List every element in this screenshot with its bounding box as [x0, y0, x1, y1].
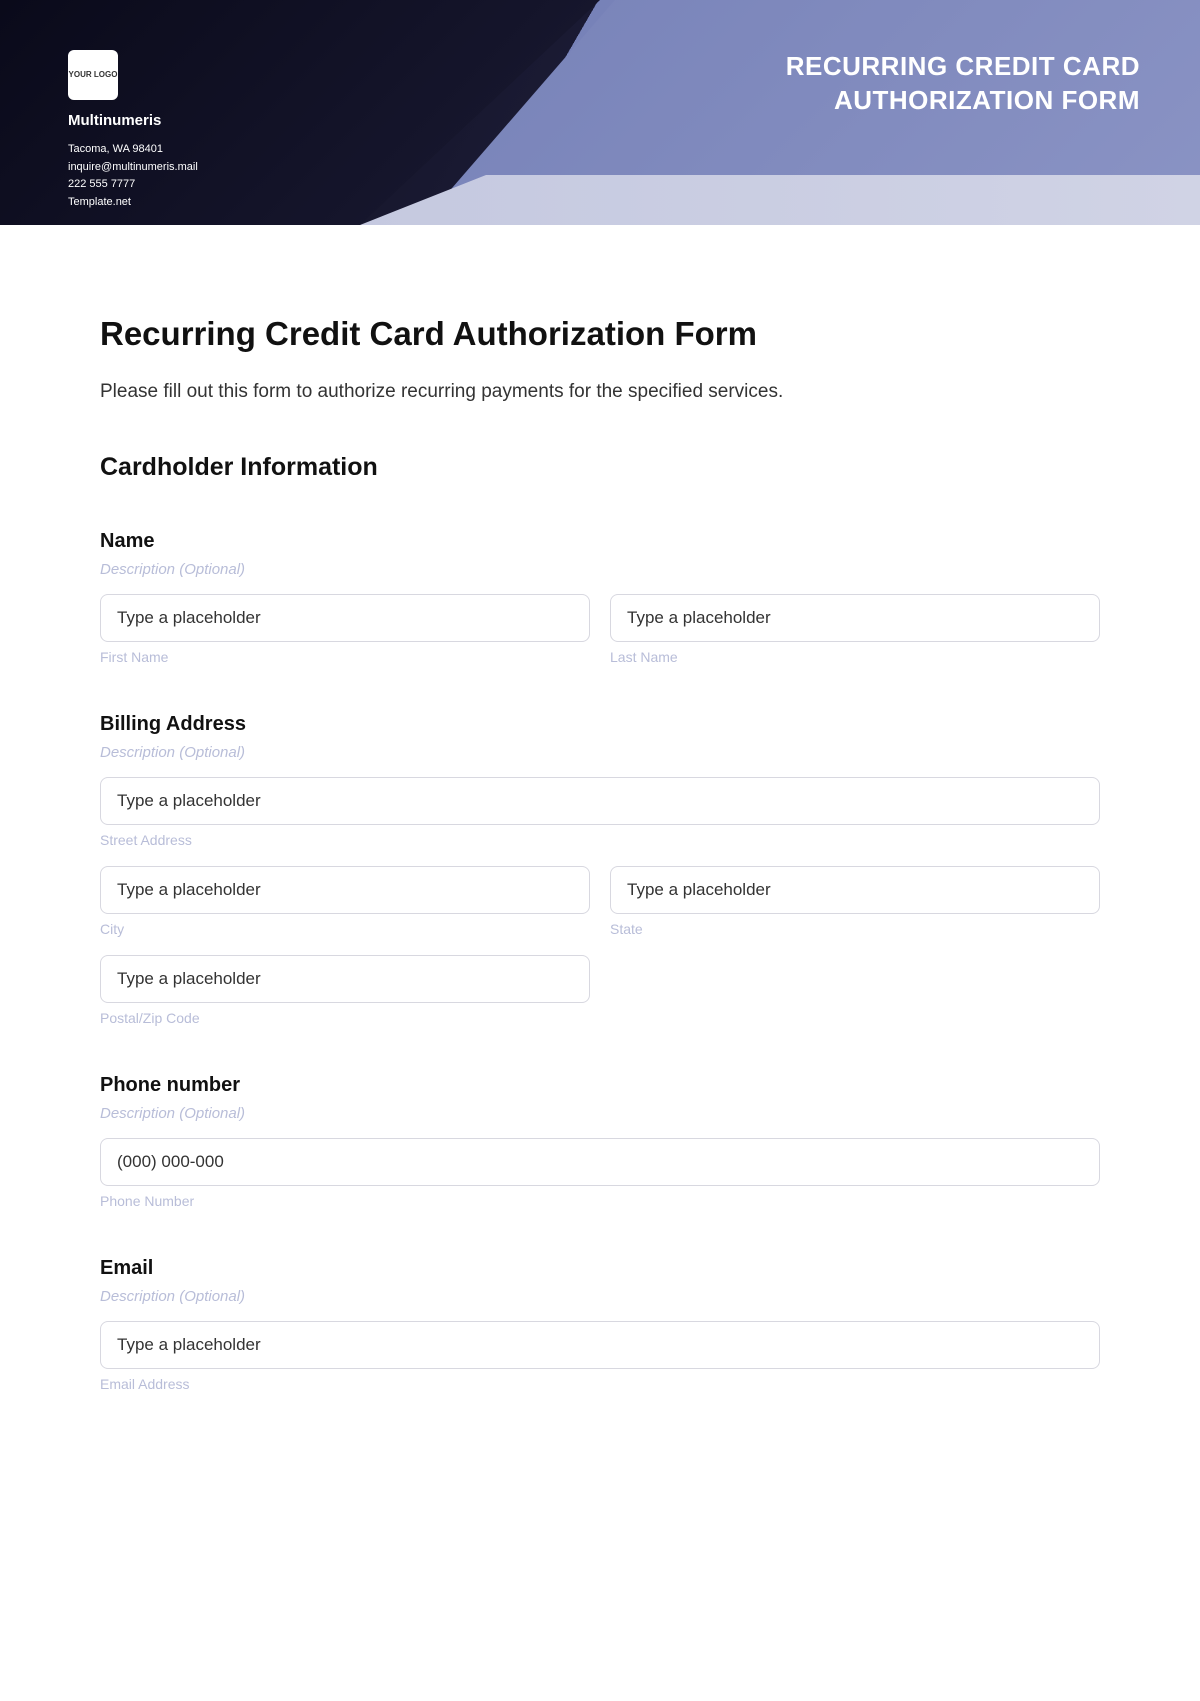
- city-state-row: City State: [100, 866, 1100, 937]
- city-input[interactable]: [100, 866, 590, 914]
- header-title-line1: RECURRING CREDIT CARD: [786, 50, 1140, 84]
- phone-field-group: Phone number Description (Optional) Phon…: [100, 1074, 1100, 1209]
- phone-label: Phone number: [100, 1074, 1100, 1097]
- email-field-group: Email Description (Optional) Email Addre…: [100, 1257, 1100, 1392]
- email-input[interactable]: [100, 1321, 1100, 1369]
- phone-sublabel: Phone Number: [100, 1193, 1100, 1209]
- phone-description: Description (Optional): [100, 1105, 1100, 1122]
- logo-text: YOUR LOGO: [69, 71, 118, 80]
- first-name-col: First Name: [100, 594, 590, 665]
- form-title: Recurring Credit Card Authorization Form: [100, 315, 1100, 353]
- city-col: City: [100, 866, 590, 937]
- first-name-input[interactable]: [100, 594, 590, 642]
- email-description: Description (Optional): [100, 1288, 1100, 1305]
- name-row: First Name Last Name: [100, 594, 1100, 665]
- billing-label: Billing Address: [100, 713, 1100, 736]
- first-name-sublabel: First Name: [100, 649, 590, 665]
- page-header: YOUR LOGO Multinumeris Tacoma, WA 98401 …: [0, 0, 1200, 225]
- state-sublabel: State: [610, 921, 1100, 937]
- last-name-col: Last Name: [610, 594, 1100, 665]
- billing-description: Description (Optional): [100, 744, 1100, 761]
- name-field-group: Name Description (Optional) First Name L…: [100, 530, 1100, 665]
- postal-input[interactable]: [100, 955, 590, 1003]
- company-name: Multinumeris: [68, 112, 198, 129]
- name-label: Name: [100, 530, 1100, 553]
- form-subtitle: Please fill out this form to authorize r…: [100, 381, 1100, 403]
- city-sublabel: City: [100, 921, 590, 937]
- company-details: Tacoma, WA 98401 inquire@multinumeris.ma…: [68, 141, 198, 211]
- email-block: Email Address: [100, 1321, 1100, 1392]
- billing-field-group: Billing Address Description (Optional) S…: [100, 713, 1100, 1026]
- street-block: Street Address: [100, 777, 1100, 848]
- header-title: RECURRING CREDIT CARD AUTHORIZATION FORM: [786, 50, 1140, 118]
- postal-col: Postal/Zip Code: [100, 955, 590, 1026]
- section-cardholder-heading: Cardholder Information: [100, 453, 1100, 482]
- company-website: Template.net: [68, 194, 198, 212]
- state-col: State: [610, 866, 1100, 937]
- company-address: Tacoma, WA 98401: [68, 141, 198, 159]
- logo-block: YOUR LOGO Multinumeris Tacoma, WA 98401 …: [68, 50, 198, 211]
- postal-block: Postal/Zip Code: [100, 955, 1100, 1026]
- header-title-line2: AUTHORIZATION FORM: [786, 84, 1140, 118]
- phone-block: Phone Number: [100, 1138, 1100, 1209]
- email-sublabel: Email Address: [100, 1376, 1100, 1392]
- form-content: Recurring Credit Card Authorization Form…: [0, 225, 1200, 1480]
- city-state-block: City State: [100, 866, 1100, 937]
- last-name-sublabel: Last Name: [610, 649, 1100, 665]
- street-sublabel: Street Address: [100, 832, 1100, 848]
- name-description: Description (Optional): [100, 561, 1100, 578]
- state-input[interactable]: [610, 866, 1100, 914]
- email-label: Email: [100, 1257, 1100, 1280]
- last-name-input[interactable]: [610, 594, 1100, 642]
- logo-placeholder: YOUR LOGO: [68, 50, 118, 100]
- postal-sublabel: Postal/Zip Code: [100, 1010, 590, 1026]
- phone-input[interactable]: [100, 1138, 1100, 1186]
- company-email: inquire@multinumeris.mail: [68, 159, 198, 177]
- street-input[interactable]: [100, 777, 1100, 825]
- company-phone: 222 555 7777: [68, 176, 198, 194]
